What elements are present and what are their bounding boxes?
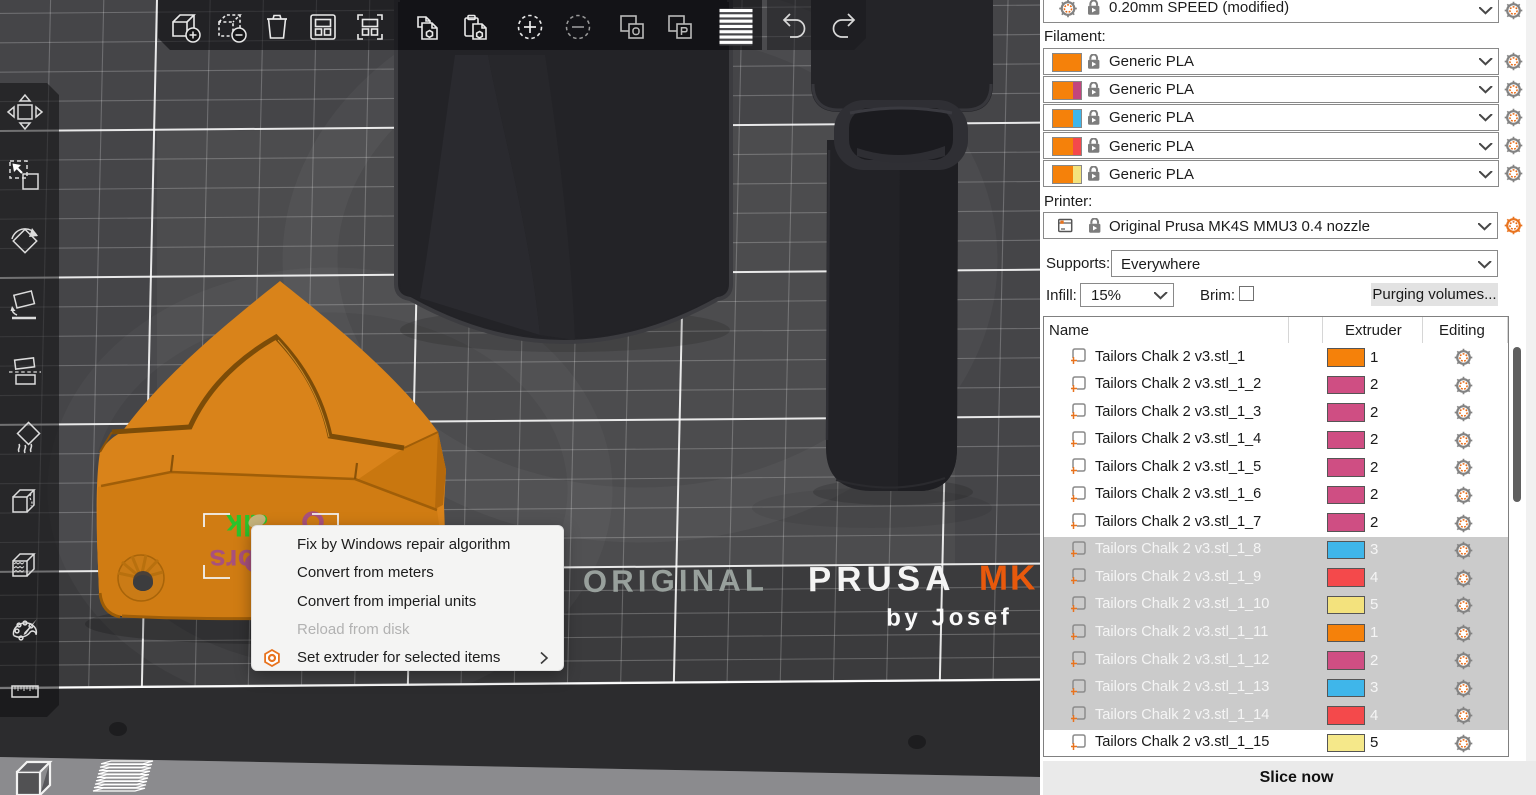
svg-text:MK: MK: [979, 558, 1038, 597]
svg-text:by Josef: by Josef: [886, 604, 1012, 632]
svg-text:PRUSA: PRUSA: [808, 559, 956, 599]
svg-text:ORIGINAL: ORIGINAL: [583, 563, 768, 599]
